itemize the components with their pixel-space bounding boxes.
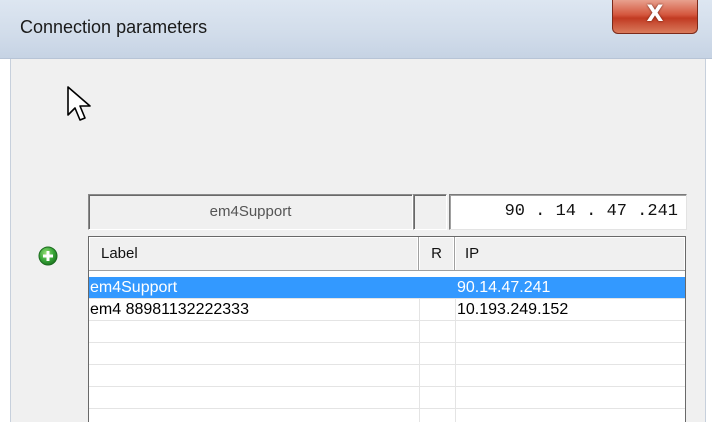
row-r-cell bbox=[419, 277, 455, 298]
label-input-value: em4Support bbox=[209, 203, 292, 220]
ip-address-value: 90 . 14 . 47 .241 bbox=[504, 202, 678, 221]
row-ip-cell bbox=[455, 387, 685, 408]
row-r-cell bbox=[419, 343, 455, 364]
close-icon: X bbox=[646, 2, 664, 27]
table-row[interactable] bbox=[89, 387, 685, 409]
mouse-pointer-icon bbox=[67, 86, 91, 121]
table-row[interactable] bbox=[89, 321, 685, 343]
row-r-cell bbox=[419, 299, 455, 320]
column-header-r[interactable]: R bbox=[419, 237, 455, 270]
row-r-cell bbox=[419, 321, 455, 342]
row-ip-cell bbox=[455, 365, 685, 386]
plus-circle-icon[interactable] bbox=[38, 246, 58, 266]
row-label-cell: em4Support bbox=[89, 277, 419, 298]
row-r-cell bbox=[419, 387, 455, 408]
row-ip-cell bbox=[455, 321, 685, 342]
grid-header: Label R IP bbox=[89, 237, 685, 271]
table-row[interactable]: em4Support 90.14.47.241 bbox=[89, 277, 685, 299]
connections-grid[interactable]: Label R IP em4Support 90.14.47.241 em4 889… bbox=[88, 236, 686, 422]
column-header-ip[interactable]: IP bbox=[455, 237, 685, 270]
row-label-cell: em4 88981132222333 bbox=[90, 301, 249, 318]
grid-rows: em4Support 90.14.47.241 em4 88981132222333… bbox=[89, 277, 685, 409]
table-row[interactable]: em4 88981132222333 10.193.249.152 bbox=[89, 299, 685, 321]
row-ip-cell bbox=[455, 343, 685, 364]
row-label-cell bbox=[89, 321, 419, 342]
label-input[interactable]: em4Support bbox=[88, 194, 413, 230]
row-label-cell bbox=[89, 343, 419, 364]
table-row[interactable] bbox=[89, 365, 685, 387]
row-ip-cell: 90.14.47.241 bbox=[455, 277, 685, 298]
r-input[interactable] bbox=[413, 194, 447, 230]
row-r-cell bbox=[419, 365, 455, 386]
column-header-label[interactable]: Label bbox=[89, 237, 419, 270]
row-label-cell bbox=[89, 365, 419, 386]
title-bar: Connection parameters X bbox=[0, 0, 712, 59]
window-title: Connection parameters bbox=[20, 17, 208, 37]
table-row[interactable] bbox=[89, 343, 685, 365]
row-label-cell bbox=[89, 387, 419, 408]
close-button[interactable]: X bbox=[612, 0, 698, 34]
row-ip-cell: 10.193.249.152 bbox=[457, 301, 569, 318]
ip-address-input[interactable]: 90 . 14 . 47 .241 bbox=[449, 194, 687, 230]
